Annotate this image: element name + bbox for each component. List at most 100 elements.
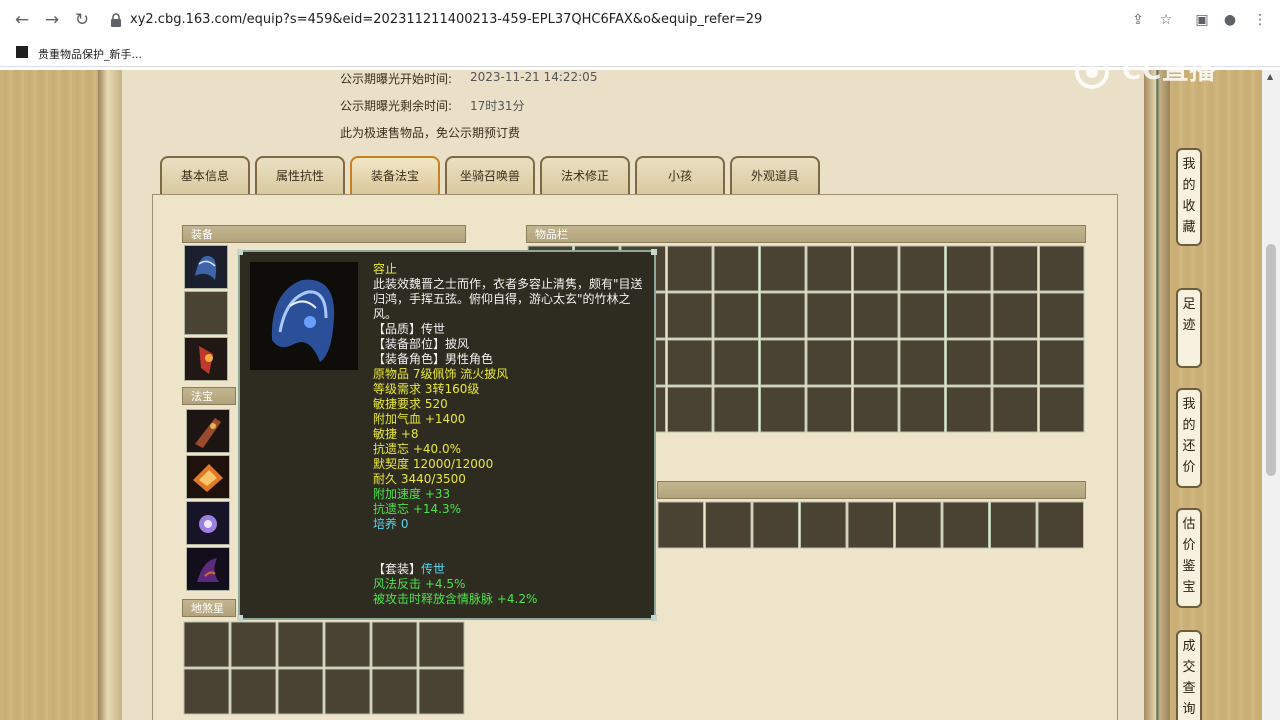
forward-icon[interactable]: → bbox=[40, 8, 64, 32]
tab-appearance[interactable]: 外观道具 bbox=[730, 156, 820, 194]
grid-cell[interactable] bbox=[418, 621, 465, 668]
grid-cell[interactable] bbox=[899, 245, 945, 292]
grid-cell[interactable] bbox=[230, 621, 277, 668]
menu-icon[interactable]: ⋮ bbox=[1248, 8, 1272, 32]
bookmark-item[interactable]: 贵重物品保护_新手... bbox=[38, 46, 142, 62]
grid-cell[interactable] bbox=[992, 339, 1038, 386]
fabao-icon-1 bbox=[187, 410, 229, 452]
grid-cell[interactable] bbox=[371, 621, 418, 668]
grid-cell[interactable] bbox=[946, 292, 992, 339]
tab-children[interactable]: 小孩 bbox=[635, 156, 725, 194]
grid-cell[interactable] bbox=[713, 292, 759, 339]
grid-cell[interactable] bbox=[760, 386, 806, 433]
grid-cell[interactable] bbox=[183, 621, 230, 668]
scroll-thumb[interactable] bbox=[1266, 244, 1276, 476]
grid-cell[interactable] bbox=[992, 386, 1038, 433]
grid-cell[interactable] bbox=[847, 501, 894, 549]
sidebar-transaction-query[interactable]: 成交查询 bbox=[1176, 630, 1202, 720]
reload-icon[interactable]: ↻ bbox=[70, 8, 94, 32]
address-bar[interactable]: xy2.cbg.163.com/equip?s=459&eid=20231121… bbox=[100, 6, 1120, 34]
grid-cell[interactable] bbox=[895, 501, 942, 549]
grid-cell[interactable] bbox=[760, 292, 806, 339]
grid-cell[interactable] bbox=[1039, 339, 1085, 386]
grid-cell[interactable] bbox=[324, 668, 371, 715]
grid-cell[interactable] bbox=[806, 386, 852, 433]
grid-cell[interactable] bbox=[760, 339, 806, 386]
sidebar-my-bids[interactable]: 我的还价 bbox=[1176, 388, 1202, 488]
grid-cell[interactable] bbox=[713, 386, 759, 433]
grid-cell[interactable] bbox=[899, 292, 945, 339]
item-set-effect: 风法反击 +4.5% bbox=[373, 577, 466, 591]
grid-cell[interactable] bbox=[371, 668, 418, 715]
grid-cell[interactable] bbox=[1039, 292, 1085, 339]
item-stat-line: 原物品 7级佩饰 流火披风 bbox=[373, 367, 509, 381]
sidebar-my-favorites[interactable]: 我的收藏 bbox=[1176, 148, 1202, 246]
grid-cell[interactable] bbox=[853, 339, 899, 386]
grid-cell[interactable] bbox=[946, 245, 992, 292]
grid-cell[interactable] bbox=[800, 501, 847, 549]
grid-cell[interactable] bbox=[277, 668, 324, 715]
grid-cell[interactable] bbox=[230, 668, 277, 715]
tab-attributes[interactable]: 属性抗性 bbox=[255, 156, 345, 194]
grid-cell[interactable] bbox=[806, 339, 852, 386]
grid-cell[interactable] bbox=[1039, 245, 1085, 292]
grid-cell[interactable] bbox=[946, 339, 992, 386]
grid-cell[interactable] bbox=[657, 501, 704, 549]
grid-cell[interactable] bbox=[1037, 501, 1084, 549]
fabao-slot-4[interactable] bbox=[186, 547, 230, 591]
grid-cell[interactable] bbox=[990, 501, 1037, 549]
fabao-slot-3[interactable] bbox=[186, 501, 230, 545]
sidepanel-icon[interactable]: ▣ bbox=[1190, 8, 1214, 32]
scroll-up-icon[interactable]: ▲ bbox=[1267, 72, 1273, 81]
disha-grid[interactable] bbox=[183, 621, 465, 717]
grid-cell[interactable] bbox=[899, 339, 945, 386]
grid-cell[interactable] bbox=[705, 501, 752, 549]
grid-cell[interactable] bbox=[183, 668, 230, 715]
fabao-slot-2[interactable] bbox=[186, 455, 230, 499]
grid-cell[interactable] bbox=[324, 621, 371, 668]
tooltip-corner bbox=[237, 615, 243, 621]
tab-spell-correction[interactable]: 法术修正 bbox=[540, 156, 630, 194]
page-scrollbar[interactable]: ▲ bbox=[1262, 70, 1280, 720]
grid-cell[interactable] bbox=[277, 621, 324, 668]
profile-icon[interactable]: ● bbox=[1218, 8, 1242, 32]
equip-slot-empty[interactable] bbox=[184, 291, 228, 335]
equip-slot-item[interactable] bbox=[184, 337, 228, 381]
second-grid[interactable] bbox=[657, 501, 1085, 551]
grid-cell[interactable] bbox=[760, 245, 806, 292]
grid-cell[interactable] bbox=[1039, 386, 1085, 433]
tooltip-corner bbox=[237, 249, 243, 255]
grid-cell[interactable] bbox=[752, 501, 799, 549]
remain-time-label: 公示期曝光剩余时间: bbox=[340, 99, 453, 113]
cape-item-icon bbox=[185, 246, 227, 288]
grid-cell[interactable] bbox=[806, 292, 852, 339]
back-icon[interactable]: ← bbox=[10, 8, 34, 32]
grid-cell[interactable] bbox=[992, 245, 1038, 292]
grid-cell[interactable] bbox=[806, 245, 852, 292]
share-icon[interactable]: ⇪ bbox=[1126, 8, 1150, 32]
grid-cell[interactable] bbox=[713, 245, 759, 292]
grid-cell[interactable] bbox=[853, 245, 899, 292]
item-stat-line: 抗遗忘 +40.0% bbox=[373, 442, 461, 456]
sidebar-appraisal[interactable]: 估价鉴宝 bbox=[1176, 508, 1202, 608]
star-icon[interactable]: ☆ bbox=[1154, 8, 1178, 32]
fabao-slot-1[interactable] bbox=[186, 409, 230, 453]
grid-cell[interactable] bbox=[946, 386, 992, 433]
grid-cell[interactable] bbox=[667, 292, 713, 339]
equip-slot-cape[interactable] bbox=[184, 245, 228, 289]
grid-cell[interactable] bbox=[992, 292, 1038, 339]
grid-cell[interactable] bbox=[713, 339, 759, 386]
grid-cell[interactable] bbox=[667, 386, 713, 433]
grid-cell[interactable] bbox=[667, 245, 713, 292]
grid-cell[interactable] bbox=[853, 292, 899, 339]
grid-cell[interactable] bbox=[942, 501, 989, 549]
grid-cell[interactable] bbox=[853, 386, 899, 433]
tab-basic-info[interactable]: 基本信息 bbox=[160, 156, 250, 194]
tab-equipment[interactable]: 装备法宝 bbox=[350, 156, 440, 194]
grid-cell[interactable] bbox=[899, 386, 945, 433]
sidebar-footprints[interactable]: 足迹 bbox=[1176, 288, 1202, 368]
item-set-line: 【套装】传世 bbox=[373, 562, 446, 576]
grid-cell[interactable] bbox=[667, 339, 713, 386]
tab-mounts-pets[interactable]: 坐骑召唤兽 bbox=[445, 156, 535, 194]
grid-cell[interactable] bbox=[418, 668, 465, 715]
